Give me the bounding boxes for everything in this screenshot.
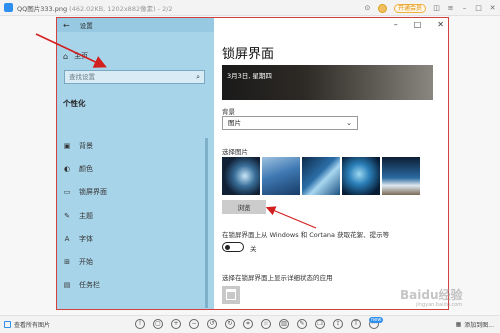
picture-thumbnail[interactable]: [222, 157, 260, 195]
brush-icon: ✎: [64, 212, 70, 220]
sidebar-item-label: 字体: [79, 235, 93, 243]
taskbar-icon: ▤: [63, 281, 71, 289]
album-icon: ▦: [455, 321, 462, 328]
new-badge: new: [369, 317, 384, 323]
background-select-value: 图片: [228, 119, 241, 127]
chevron-down-icon: ⌄: [346, 119, 352, 127]
search-input[interactable]: 查找设置 ⌕: [64, 70, 205, 84]
search-placeholder: 查找设置: [69, 73, 95, 81]
screenshot-frame: ← 设置 ⌂ 主页 查找设置 ⌕ 个性化 ▣ 背景 ◐ 颜色 ▭ 锁屏界面 ✎ …: [56, 17, 449, 310]
close-icon[interactable]: ✕: [489, 4, 496, 12]
toggle-state-label: 关: [250, 245, 257, 253]
skin-icon[interactable]: ◫: [433, 4, 440, 12]
cortana-tips-label: 在锁屏界面上从 Windows 和 Cortana 获取花絮、提示等: [222, 231, 390, 239]
close-icon[interactable]: ✕: [437, 20, 444, 29]
maximize-icon[interactable]: □: [475, 4, 482, 12]
viewer-toolbar: 查看所有图片 ! ▢ + − ↺ ↻ ⌗ ☆ ▥ ✎ ❐ ⇪ T ⋯ new ▦…: [0, 315, 500, 333]
choose-picture-label: 选择图片: [222, 148, 248, 156]
rotate-left-icon[interactable]: ↺: [207, 319, 217, 329]
add-to-album[interactable]: ▦ 添加到图...: [456, 320, 494, 329]
rotate-right-icon[interactable]: ↻: [225, 319, 235, 329]
edit-icon[interactable]: ✎: [297, 319, 307, 329]
sidebar-item-lock-screen[interactable]: ▭ 锁屏界面: [63, 187, 107, 197]
preview-date: 3月3日, 星期四: [227, 72, 272, 80]
share-icon[interactable]: ⇪: [333, 319, 343, 329]
zoom-out-icon[interactable]: −: [189, 319, 199, 329]
avatar[interactable]: [377, 3, 387, 13]
background-select[interactable]: 图片 ⌄: [222, 116, 358, 130]
sidebar-item-label: 任务栏: [79, 281, 100, 289]
watermark-logo: Baidu经验: [400, 288, 463, 302]
zoom-in-icon[interactable]: +: [171, 319, 181, 329]
viewer-file-name: QQ图片333.png: [17, 4, 68, 13]
lock-screen-preview: 3月3日, 星期四: [222, 65, 433, 100]
settings-sidebar: ← 设置 ⌂ 主页 查找设置 ⌕ 个性化 ▣ 背景 ◐ 颜色 ▭ 锁屏界面 ✎ …: [57, 18, 214, 309]
settings-title-bar: ← 设置: [57, 18, 214, 32]
toggle-knob: [225, 244, 230, 250]
crop-icon[interactable]: ⌗: [243, 319, 253, 329]
settings-content: – □ ✕ 锁屏界面 3月3日, 星期四 背景 图片 ⌄ 选择图片 浏览 在锁屏…: [214, 18, 448, 309]
start-icon: ⊞: [64, 258, 70, 266]
page-title: 锁屏界面: [222, 47, 275, 62]
info-icon[interactable]: !: [135, 319, 145, 329]
back-arrow-icon[interactable]: ←: [63, 21, 70, 30]
font-icon: A: [64, 235, 70, 243]
lock-screen-icon: ▭: [63, 188, 71, 196]
picture-thumbnails: [222, 157, 420, 195]
minimize-icon[interactable]: –: [394, 20, 398, 29]
sidebar-item-themes[interactable]: ✎ 主题: [63, 211, 93, 221]
sidebar-item-taskbar[interactable]: ▤ 任务栏: [63, 280, 100, 290]
sidebar-item-colors[interactable]: ◐ 颜色: [63, 164, 93, 174]
vip-button[interactable]: 开通会员: [393, 3, 426, 13]
sidebar-item-label: 背景: [79, 142, 93, 150]
picture-thumbnail[interactable]: [262, 157, 300, 195]
delete-icon[interactable]: ▥: [279, 319, 289, 329]
fit-icon[interactable]: ▢: [153, 319, 163, 329]
viewer-title-bar: QQ图片333.png (462.02KB, 1202x882像素) - 2/2…: [0, 0, 500, 16]
pin-icon[interactable]: ⊙: [364, 4, 371, 12]
grid-icon: [4, 321, 11, 328]
browse-button[interactable]: 浏览: [222, 200, 266, 214]
sidebar-item-label: 开始: [79, 258, 93, 266]
image-icon: ▣: [63, 142, 71, 150]
viewer-title: QQ图片333.png (462.02KB, 1202x882像素) - 2/2: [17, 3, 173, 13]
picture-thumbnail[interactable]: [382, 157, 420, 195]
section-title: 个性化: [63, 99, 86, 108]
detail-status-app-button[interactable]: [222, 286, 240, 304]
home-label: 主页: [74, 52, 89, 60]
sidebar-item-fonts[interactable]: A 字体: [63, 234, 93, 244]
picture-thumbnail[interactable]: [342, 157, 380, 195]
add-to-album-label: 添加到图...: [464, 322, 494, 329]
minimize-icon[interactable]: –: [461, 4, 468, 12]
search-icon: ⌕: [196, 73, 200, 81]
maximize-icon[interactable]: □: [414, 20, 422, 29]
background-label: 背景: [222, 108, 235, 116]
text-recognize-icon[interactable]: T: [351, 319, 361, 329]
settings-window-title: 设置: [79, 22, 93, 30]
sidebar-item-background[interactable]: ▣ 背景: [63, 141, 93, 151]
detail-status-label: 选择在锁屏界面上显示详细状态的应用: [222, 274, 333, 282]
sidebar-item-label: 颜色: [79, 165, 93, 173]
favorite-icon[interactable]: ☆: [261, 319, 271, 329]
watermark-url: jingyan.baidu.com: [416, 302, 463, 308]
sidebar-item-label: 主题: [79, 212, 93, 220]
viewer-logo-icon: [4, 3, 13, 12]
palette-icon: ◐: [63, 165, 71, 173]
window-controls: – □ ✕: [394, 20, 444, 29]
home-icon: ⌂: [63, 51, 69, 61]
viewer-tools: ! ▢ + − ↺ ↻ ⌗ ☆ ▥ ✎ ❐ ⇪ T ⋯: [135, 319, 379, 329]
sidebar-item-label: 锁屏界面: [79, 188, 107, 196]
view-all-images[interactable]: 查看所有图片: [4, 320, 50, 329]
cortana-tips-toggle[interactable]: [222, 242, 244, 252]
calendar-icon: [226, 289, 236, 300]
viewer-file-meta: (462.02KB, 1202x882像素) - 2/2: [69, 4, 173, 13]
sidebar-item-start[interactable]: ⊞ 开始: [63, 257, 93, 267]
sidebar-scrollbar[interactable]: [205, 138, 208, 308]
copy-icon[interactable]: ❐: [315, 319, 325, 329]
view-all-label: 查看所有图片: [14, 322, 51, 329]
sidebar-item-home[interactable]: ⌂ 主页: [63, 51, 88, 61]
menu-icon[interactable]: ≡: [447, 4, 454, 12]
picture-thumbnail[interactable]: [302, 157, 340, 195]
